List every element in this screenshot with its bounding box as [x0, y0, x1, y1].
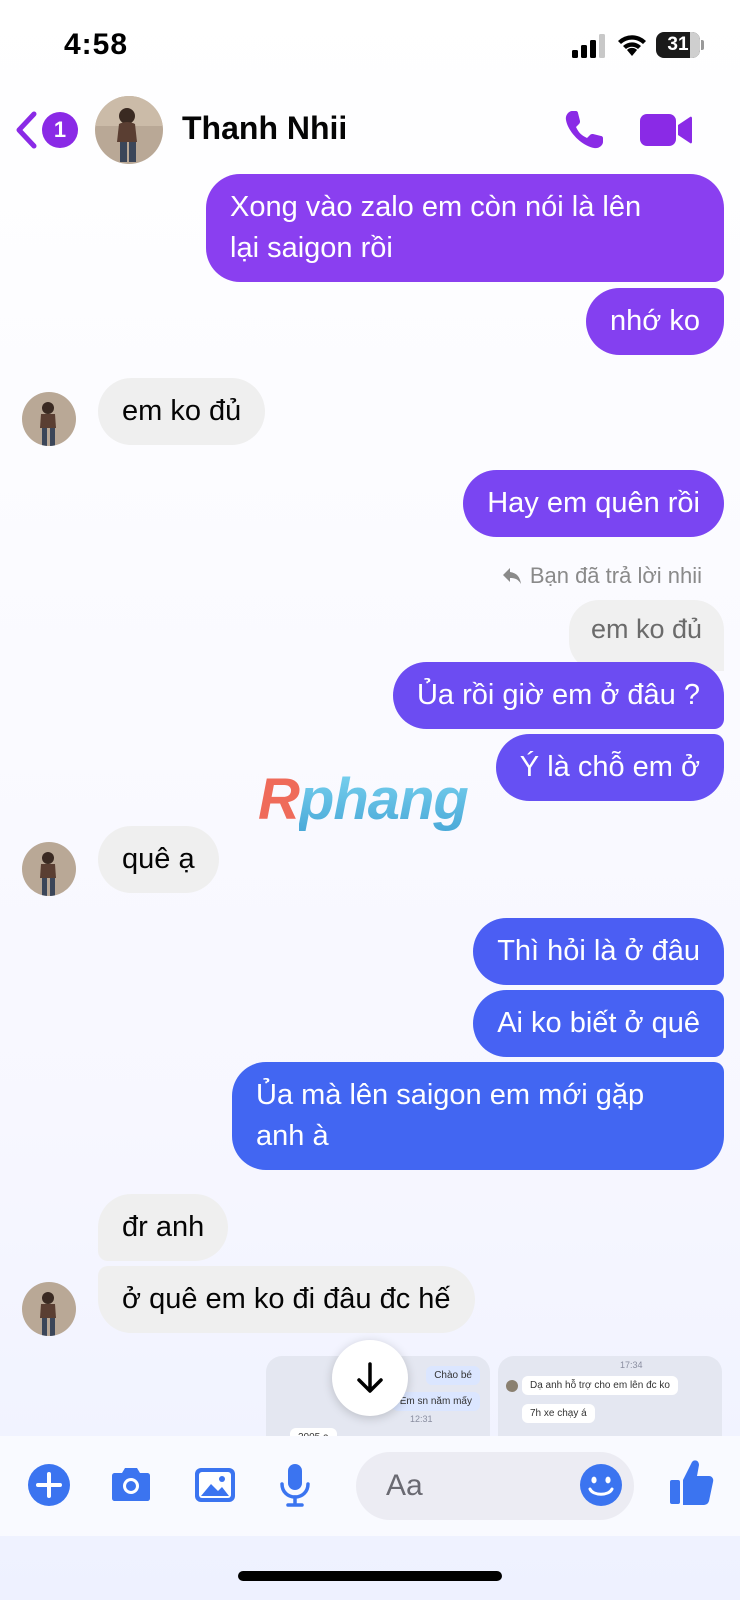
message-bubble-incoming[interactable]: đr anh: [98, 1194, 229, 1261]
watermark-rest: phang: [298, 767, 469, 832]
microphone-icon[interactable]: [272, 1462, 318, 1508]
thumb-time: 17:34: [620, 1360, 643, 1370]
thumb-bubble: 7h xe chạy á: [522, 1404, 595, 1423]
video-camera-icon[interactable]: [640, 112, 692, 148]
thumb-time: 12:31: [410, 1414, 433, 1424]
plus-icon[interactable]: [26, 1462, 72, 1508]
message-bubble-outgoing[interactable]: Ủa mà lên saigon em mới gặp anh à: [232, 1062, 724, 1170]
battery-level: 31: [667, 34, 689, 55]
quoted-message[interactable]: em ko đủ: [568, 600, 724, 671]
message-bubble-outgoing[interactable]: Ai ko biết ở quê: [473, 990, 724, 1057]
message-bubble-incoming[interactable]: quê ạ: [98, 826, 219, 893]
thumb-bubble: Chào bé: [426, 1366, 480, 1385]
cellular-signal-icon: [572, 34, 605, 58]
contact-avatar[interactable]: [95, 96, 163, 164]
message-bubble-outgoing[interactable]: nhớ ko: [586, 288, 724, 355]
status-bar: 4:58 31: [0, 0, 740, 90]
message-line: lại saigon rồi: [230, 232, 393, 264]
unread-badge: 1: [42, 112, 78, 148]
message-line: Ủa mà lên saigon em mới gặp: [256, 1079, 645, 1111]
message-composer: [0, 1436, 740, 1536]
message-line: Xong vào zalo em còn nói là lên: [230, 191, 642, 223]
contact-avatar-small: [22, 1282, 76, 1336]
contact-avatar-small: [22, 392, 76, 446]
conversation-header: 1 Thanh Nhii: [0, 90, 740, 170]
message-bubble-outgoing[interactable]: Ý là chỗ em ở: [495, 734, 724, 801]
thumbs-up-icon[interactable]: [668, 1458, 714, 1508]
wifi-icon: [618, 35, 646, 56]
message-line: anh à: [256, 1120, 329, 1152]
arrow-down-icon: [357, 1362, 383, 1393]
chevron-left-icon: [16, 111, 37, 149]
status-time: 4:58: [64, 28, 129, 61]
reply-note-text: Bạn đã trả lời nhii: [529, 563, 702, 588]
message-bubble-incoming[interactable]: ở quê em ko đi đâu đc hế: [98, 1266, 475, 1333]
emoji-icon[interactable]: [578, 1462, 624, 1508]
scroll-to-bottom-button[interactable]: [332, 1340, 408, 1416]
watermark-logo: Rphang: [258, 766, 469, 833]
image-icon[interactable]: [192, 1462, 238, 1508]
contact-avatar-small: [22, 842, 76, 896]
watermark-first: R: [258, 767, 300, 832]
camera-icon[interactable]: [108, 1462, 154, 1508]
message-bubble-outgoing[interactable]: Xong vào zalo em còn nói là lên lại saig…: [206, 174, 724, 282]
back-button[interactable]: 1: [14, 110, 80, 150]
reply-note: Bạn đã trả lời nhii: [502, 563, 702, 589]
message-bubble-outgoing[interactable]: Thì hỏi là ở đâu: [473, 918, 724, 985]
reply-icon: [502, 568, 521, 584]
message-bubble-outgoing[interactable]: Hay em quên rồi: [463, 470, 724, 537]
contact-name[interactable]: Thanh Nhii: [182, 110, 347, 147]
message-bubble-outgoing[interactable]: Ủa rồi giờ em ở đâu ?: [392, 662, 724, 729]
message-bubble-incoming[interactable]: em ko đủ: [98, 378, 266, 445]
battery-icon: 31: [656, 32, 704, 58]
shared-image-thumbnail[interactable]: 17:34 Dạ anh hỗ trợ cho em lên đc ko 7h …: [498, 1356, 722, 1436]
thumb-bubble: Dạ anh hỗ trợ cho em lên đc ko: [522, 1376, 678, 1395]
phone-icon[interactable]: [562, 108, 606, 152]
thumb-bubble: 2005 ạ: [290, 1428, 337, 1436]
home-indicator: [238, 1571, 502, 1581]
